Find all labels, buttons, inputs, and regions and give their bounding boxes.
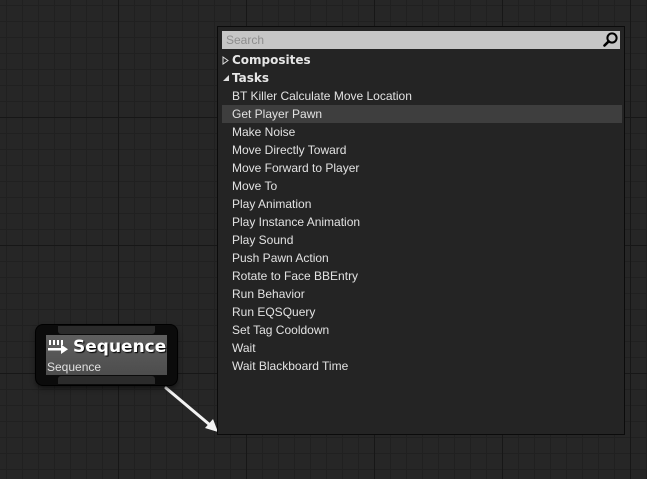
category-label: Tasks — [232, 71, 270, 85]
node-body: Sequence Sequence — [46, 335, 167, 375]
sequence-icon — [48, 340, 68, 354]
task-item[interactable]: Make Noise — [222, 123, 622, 141]
search-box — [222, 31, 620, 49]
chevron-down-icon — [222, 74, 232, 82]
chevron-right-icon — [222, 55, 232, 65]
task-item[interactable]: Move To — [222, 177, 622, 195]
task-item[interactable]: Play Sound — [222, 231, 622, 249]
task-item[interactable]: Wait — [222, 339, 622, 357]
task-item[interactable]: Move Directly Toward — [222, 141, 622, 159]
task-item[interactable]: Play Animation — [222, 195, 622, 213]
search-icon[interactable] — [603, 32, 618, 47]
task-item[interactable]: Run Behavior — [222, 285, 622, 303]
node-output-pin[interactable] — [58, 376, 155, 384]
task-item[interactable]: Set Tag Cooldown — [222, 321, 622, 339]
node-title-label: Sequence — [73, 337, 167, 357]
task-item[interactable]: Wait Blackboard Time — [222, 357, 622, 375]
node-title: Sequence — [47, 336, 166, 358]
search-input[interactable] — [222, 31, 606, 49]
category-tasks[interactable]: Tasks — [222, 69, 269, 87]
task-item[interactable]: Get Player Pawn — [222, 105, 622, 123]
task-item[interactable]: Move Forward to Player — [222, 159, 622, 177]
task-item[interactable]: Play Instance Animation — [222, 213, 622, 231]
task-item[interactable]: Rotate to Face BBEntry — [222, 267, 622, 285]
task-item[interactable]: BT Killer Calculate Move Location — [222, 87, 622, 105]
category-label: Composites — [232, 53, 311, 67]
context-menu: Composites Tasks BT Killer Calculate Mov… — [217, 26, 625, 435]
task-list: BT Killer Calculate Move Location Get Pla… — [222, 87, 622, 375]
category-composites[interactable]: Composites — [222, 51, 311, 69]
task-item[interactable]: Push Pawn Action — [222, 249, 622, 267]
sequence-node[interactable]: Sequence Sequence — [36, 325, 177, 385]
task-item[interactable]: Run EQSQuery — [222, 303, 622, 321]
node-subtitle: Sequence — [47, 360, 102, 374]
node-input-pin[interactable] — [58, 326, 155, 334]
